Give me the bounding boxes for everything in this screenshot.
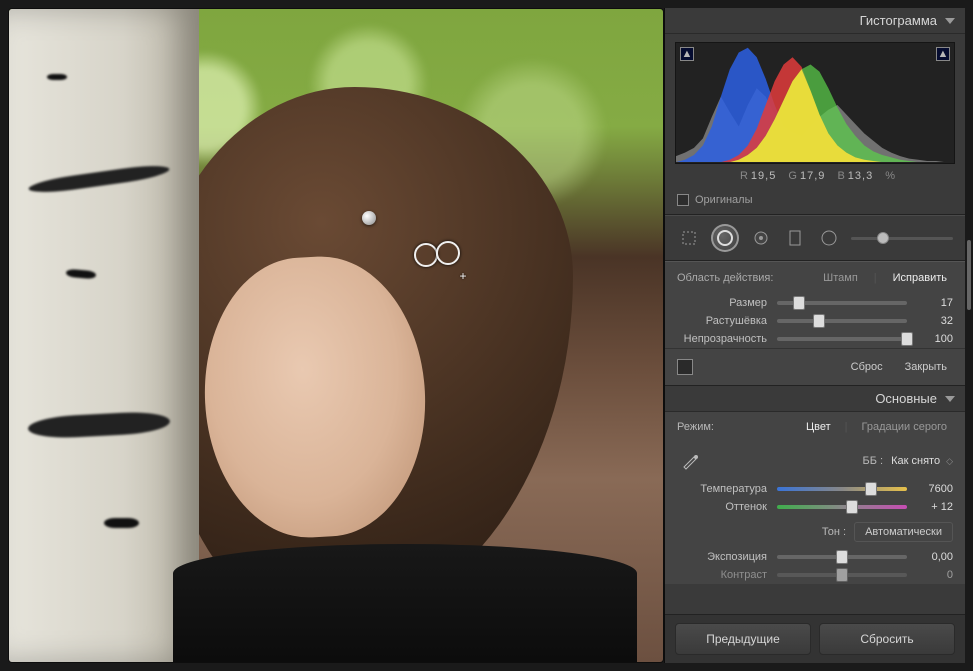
- spot-slider-0[interactable]: Размер17: [665, 294, 965, 312]
- tone-row: Тон : Автоматически: [665, 516, 965, 548]
- spot-heal-tool[interactable]: [711, 224, 739, 252]
- reset-all-button[interactable]: Сбросить: [819, 623, 955, 655]
- tool-strip: [665, 215, 965, 261]
- subject-clothes: [173, 544, 637, 662]
- spot-slider-1[interactable]: Растушёвка32: [665, 312, 965, 330]
- histogram-chart[interactable]: ▲ ▲: [675, 42, 955, 164]
- tint-slider[interactable]: Оттенок + 12: [665, 498, 965, 516]
- tone-label: Тон :: [822, 526, 846, 538]
- photo-background: [9, 9, 663, 662]
- grad-filter-tool[interactable]: [783, 226, 807, 250]
- mode-heal-button[interactable]: Исправить: [887, 269, 953, 287]
- histogram-title: Гистограмма: [860, 13, 937, 28]
- wb-label: ББ :: [863, 455, 884, 467]
- wb-dropper-tool[interactable]: [677, 448, 703, 474]
- chevron-down-icon: [945, 18, 955, 24]
- treatment-label: Режим:: [677, 421, 714, 433]
- brush-size-slider[interactable]: [851, 237, 953, 240]
- right-panel: Гистограмма ▲ ▲ R19,5 G17,9 B13,3 % Ориг…: [664, 8, 965, 663]
- previous-button[interactable]: Предыдущие: [675, 623, 811, 655]
- radial-filter-tool[interactable]: [817, 226, 841, 250]
- spot-slider-2[interactable]: Непрозрачность100: [665, 330, 965, 348]
- footer-buttons: Предыдущие Сбросить: [665, 614, 965, 663]
- mode-clone-button[interactable]: Штамп: [817, 269, 864, 287]
- image-viewport[interactable]: +: [8, 8, 664, 663]
- redeye-tool[interactable]: [749, 226, 773, 250]
- white-balance-row: ББ : Как снято◇: [665, 442, 965, 480]
- histogram-svg: [676, 43, 954, 162]
- scrollbar[interactable]: [967, 240, 971, 310]
- basic-panel: Режим: Цвет | Градации серого ББ : Как с…: [665, 412, 965, 584]
- spot-mode-row: Область действия: Штамп | Исправить: [665, 262, 965, 294]
- close-button[interactable]: Закрыть: [899, 357, 953, 377]
- contrast-slider[interactable]: Контраст 0: [665, 566, 965, 584]
- reset-button[interactable]: Сброс: [845, 357, 889, 377]
- birch-trunk: [9, 9, 199, 662]
- originals-label: Оригиналы: [695, 194, 753, 206]
- histogram-header[interactable]: Гистограмма: [665, 8, 965, 34]
- spot-actions: Сброс Закрыть: [665, 348, 965, 385]
- auto-tone-button[interactable]: Автоматически: [854, 522, 953, 542]
- spot-area-label: Область действия:: [677, 272, 773, 284]
- app-frame: + Гистограмма ▲ ▲ R19,5 G17,9 B13,3 % Ор…: [0, 0, 973, 671]
- rgb-readout: R19,5 G17,9 B13,3 %: [665, 168, 965, 188]
- treatment-color-button[interactable]: Цвет: [800, 418, 837, 436]
- crop-tool[interactable]: [677, 226, 701, 250]
- treatment-bw-button[interactable]: Градации серого: [856, 418, 954, 436]
- treatment-row: Режим: Цвет | Градации серого: [665, 412, 965, 442]
- wb-preset-select[interactable]: Как снято◇: [891, 455, 953, 467]
- exposure-slider[interactable]: Экспозиция 0,00: [665, 548, 965, 566]
- basic-header[interactable]: Основные: [665, 386, 965, 412]
- spot-removal-panel: Область действия: Штамп | Исправить Разм…: [665, 261, 965, 386]
- temperature-slider[interactable]: Температура 7600: [665, 480, 965, 498]
- panel-toggle-switch[interactable]: [677, 359, 693, 375]
- chevron-down-icon: [945, 396, 955, 402]
- basic-title: Основные: [875, 391, 937, 406]
- originals-row[interactable]: Оригиналы: [665, 188, 965, 215]
- originals-checkbox[interactable]: [677, 194, 689, 206]
